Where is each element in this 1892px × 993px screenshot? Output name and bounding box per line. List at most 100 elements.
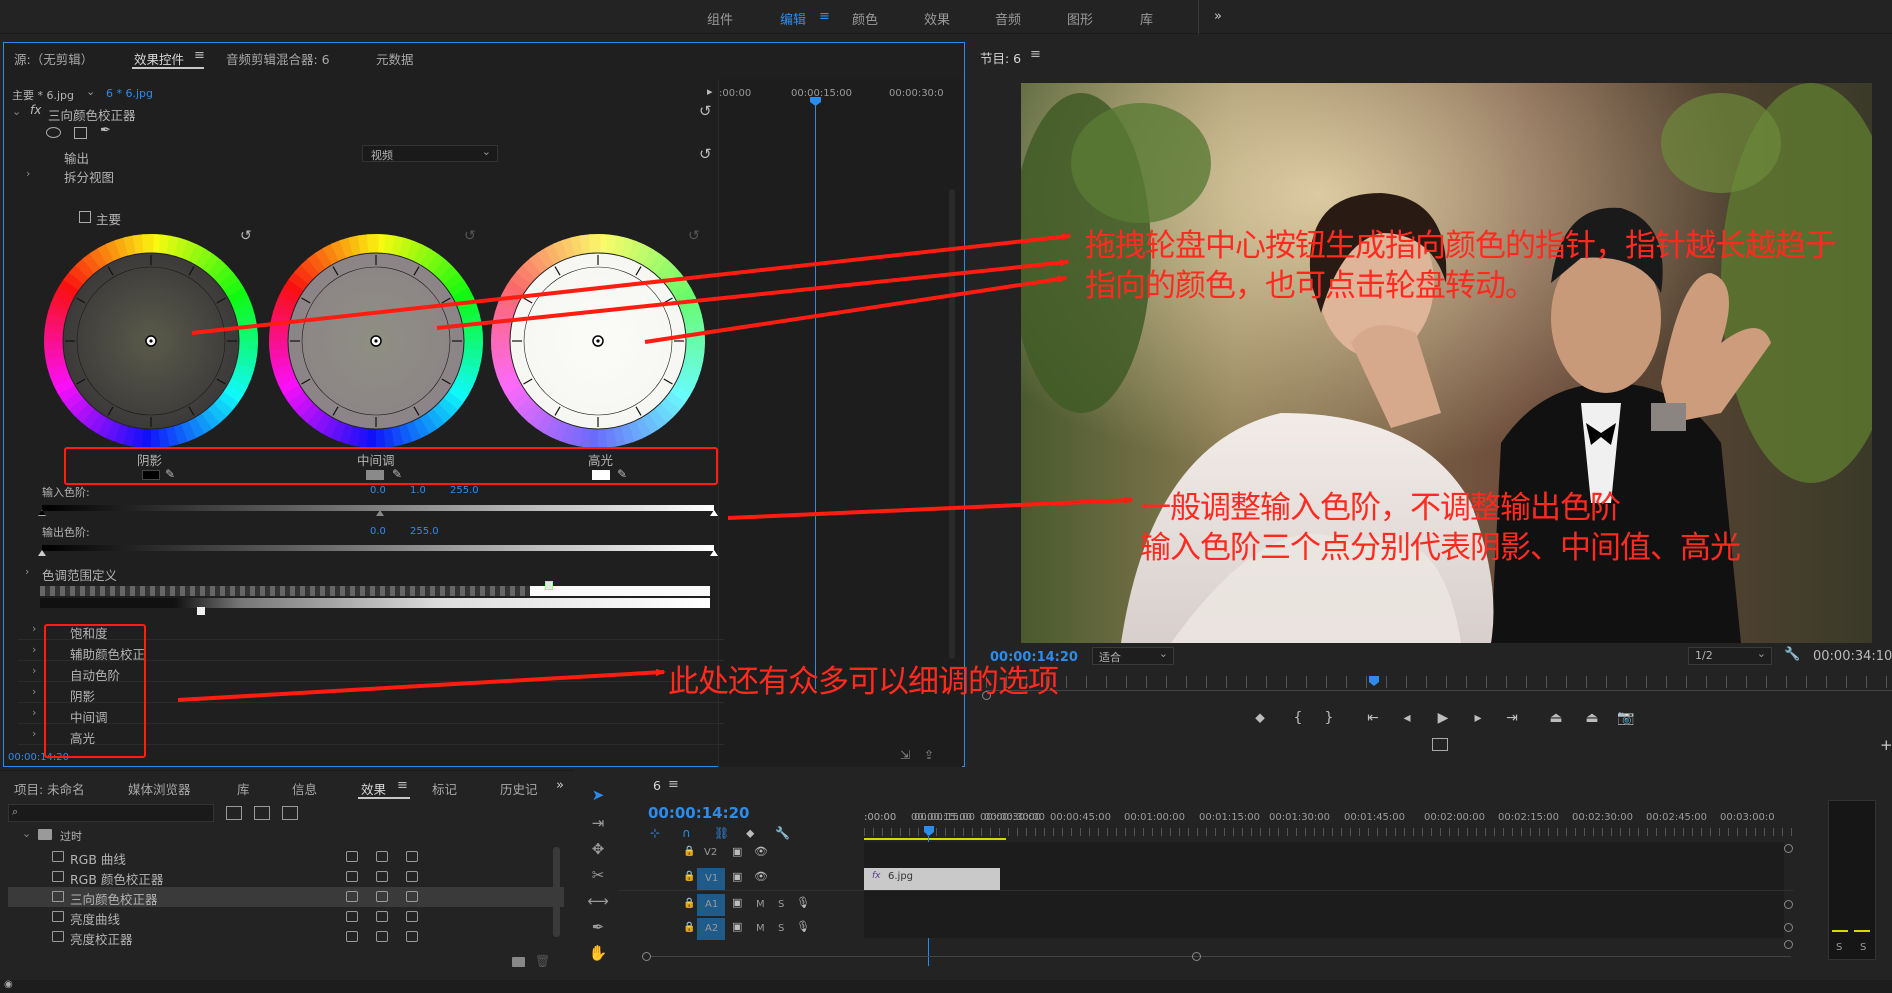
- h-scrollbar[interactable]: [651, 956, 1791, 957]
- expand-chevron-icon[interactable]: ›: [25, 565, 29, 578]
- scroll-handle[interactable]: [1784, 844, 1793, 853]
- sync-lock-icon[interactable]: ▣: [732, 845, 742, 858]
- workspace-tab-effects[interactable]: 效果: [924, 9, 950, 28]
- folder-label[interactable]: 过时: [60, 828, 82, 844]
- track-source-a2[interactable]: A2: [697, 918, 725, 940]
- scrollbar[interactable]: [949, 189, 955, 659]
- tonal-shadow-handle[interactable]: [197, 607, 205, 615]
- panel-menu-icon[interactable]: ≡: [1030, 47, 1041, 62]
- input-levels-slider[interactable]: [42, 505, 714, 511]
- add-button-icon[interactable]: +: [1880, 736, 1892, 754]
- pen-tool-icon[interactable]: ✒: [584, 916, 612, 938]
- scroll-handle[interactable]: [1784, 940, 1793, 949]
- h-scroll-handle-right[interactable]: [1192, 952, 1201, 961]
- workspace-tab-assembly[interactable]: 组件: [707, 9, 733, 28]
- shadows-color-wheel[interactable]: [44, 234, 258, 448]
- input-gamma-value[interactable]: 1.0: [410, 485, 426, 496]
- resolution-select[interactable]: 1/2 ⌄: [1688, 647, 1772, 665]
- scroll-handle[interactable]: [1784, 923, 1793, 932]
- expand-chevron-icon[interactable]: ›: [32, 727, 36, 740]
- tab-history[interactable]: 历史记: [500, 779, 538, 798]
- reset-icon[interactable]: ↺: [699, 102, 712, 120]
- program-scrub-line[interactable]: [986, 690, 1892, 691]
- track-source-v1[interactable]: V1: [697, 868, 725, 890]
- workspace-tab-graphics[interactable]: 图形: [1067, 9, 1093, 28]
- more-workspaces-icon[interactable]: »: [1214, 9, 1222, 24]
- fit-select[interactable]: 适合 ⌄: [1092, 647, 1174, 665]
- yuv-effects-icon[interactable]: [282, 806, 298, 820]
- snap-icon[interactable]: ∩: [682, 826, 691, 840]
- chevron-down-icon[interactable]: ⌄: [86, 85, 95, 98]
- add-marker-icon[interactable]: ⬥: [1249, 710, 1271, 726]
- track-label-v2[interactable]: V2: [704, 847, 717, 858]
- share-icon[interactable]: ⇪: [924, 748, 934, 762]
- workspace-tab-editing[interactable]: 编辑: [780, 9, 806, 28]
- more-tabs-icon[interactable]: »: [556, 778, 564, 793]
- mark-out-icon[interactable]: }: [1318, 710, 1340, 726]
- tonal-range-bar-bottom[interactable]: [40, 598, 710, 608]
- reset-icon[interactable]: ↺: [699, 145, 712, 163]
- expand-chevron-icon[interactable]: ›: [32, 706, 36, 719]
- tonal-highlight-handle[interactable]: [545, 581, 553, 590]
- tab-effects[interactable]: 效果: [361, 779, 386, 798]
- collapse-chevron-icon[interactable]: ⌄: [12, 105, 21, 118]
- mute-button[interactable]: M: [756, 899, 765, 910]
- lock-icon[interactable]: 🔒: [683, 871, 695, 882]
- play-icon[interactable]: ▶: [1432, 710, 1454, 726]
- current-clip-label[interactable]: 6 * 6.jpg: [106, 87, 153, 100]
- effect-list-item[interactable]: 亮度校正器: [8, 927, 564, 947]
- linked-selection-icon[interactable]: ⛓: [714, 826, 729, 840]
- ripple-edit-tool-icon[interactable]: ✥: [584, 838, 612, 860]
- rectangle-mask-icon[interactable]: [74, 127, 87, 139]
- ellipse-mask-icon[interactable]: [46, 127, 61, 138]
- scroll-handle[interactable]: [1784, 900, 1793, 909]
- midtones-color-wheel[interactable]: [269, 234, 484, 448]
- workspace-tab-audio[interactable]: 音频: [995, 9, 1021, 28]
- step-forward-icon[interactable]: ▸: [1467, 710, 1489, 726]
- go-to-in-icon[interactable]: ⇤: [1362, 710, 1384, 726]
- tab-effect-controls[interactable]: 效果控件: [134, 49, 184, 68]
- selection-tool-icon[interactable]: ➤: [584, 784, 612, 806]
- playhead-line[interactable]: [815, 97, 816, 689]
- collapse-chevron-icon[interactable]: ⌄: [22, 827, 31, 840]
- tab-libraries[interactable]: 库: [237, 779, 250, 798]
- timeline-clip[interactable]: fx 6.jpg: [864, 868, 1000, 890]
- add-marker-icon[interactable]: ⬥: [746, 826, 754, 841]
- export-icon[interactable]: ⇲: [900, 748, 910, 762]
- tab-info[interactable]: 信息: [292, 779, 317, 798]
- tab-metadata[interactable]: 元数据: [376, 49, 414, 68]
- panel-menu-icon[interactable]: ≡: [668, 777, 679, 792]
- master-clip-label[interactable]: 主要 * 6.jpg: [12, 87, 74, 103]
- track-select-tool-icon[interactable]: ⇥: [584, 812, 612, 834]
- scrollbar[interactable]: [553, 847, 560, 937]
- output-levels-slider[interactable]: [42, 545, 714, 551]
- highlights-color-wheel[interactable]: [491, 234, 705, 448]
- step-back-icon[interactable]: ◂: [1396, 710, 1418, 726]
- trash-icon[interactable]: 🗑: [535, 954, 550, 968]
- lift-icon[interactable]: ⏏: [1545, 710, 1567, 726]
- settings-wrench-icon[interactable]: 🔧: [775, 826, 790, 840]
- eye-icon[interactable]: 👁: [754, 870, 768, 883]
- wrench-icon[interactable]: 🔧: [1784, 647, 1800, 662]
- comparison-view-icon[interactable]: [1432, 738, 1448, 751]
- playhead-handle[interactable]: [810, 97, 821, 106]
- tab-project[interactable]: 项目: 未命名: [14, 779, 85, 798]
- microphone-icon[interactable]: 🎙: [796, 896, 810, 909]
- razor-tool-icon[interactable]: ✂: [584, 864, 612, 886]
- 32bit-effects-icon[interactable]: [254, 806, 270, 820]
- fx-icon[interactable]: fx: [30, 103, 41, 117]
- h-scroll-handle-left[interactable]: [642, 952, 651, 961]
- expand-chevron-icon[interactable]: ›: [26, 167, 30, 180]
- hamburger-icon[interactable]: ≡: [819, 9, 830, 24]
- lock-icon[interactable]: 🔒: [683, 846, 695, 857]
- output-white-value[interactable]: 255.0: [410, 526, 439, 537]
- eye-icon[interactable]: 👁: [754, 845, 768, 858]
- panel-menu-icon[interactable]: ≡: [194, 48, 205, 63]
- tab-audio-mixer[interactable]: 音频剪辑混合器: 6: [226, 49, 330, 68]
- panel-menu-icon[interactable]: ≡: [397, 778, 408, 793]
- tab-source[interactable]: 源:（无剪辑）: [14, 49, 93, 68]
- solo-button[interactable]: S: [778, 899, 784, 910]
- mute-button[interactable]: M: [756, 923, 765, 934]
- meter-solo-right[interactable]: S: [1860, 942, 1866, 953]
- vertical-zoom[interactable]: [1578, 850, 1585, 950]
